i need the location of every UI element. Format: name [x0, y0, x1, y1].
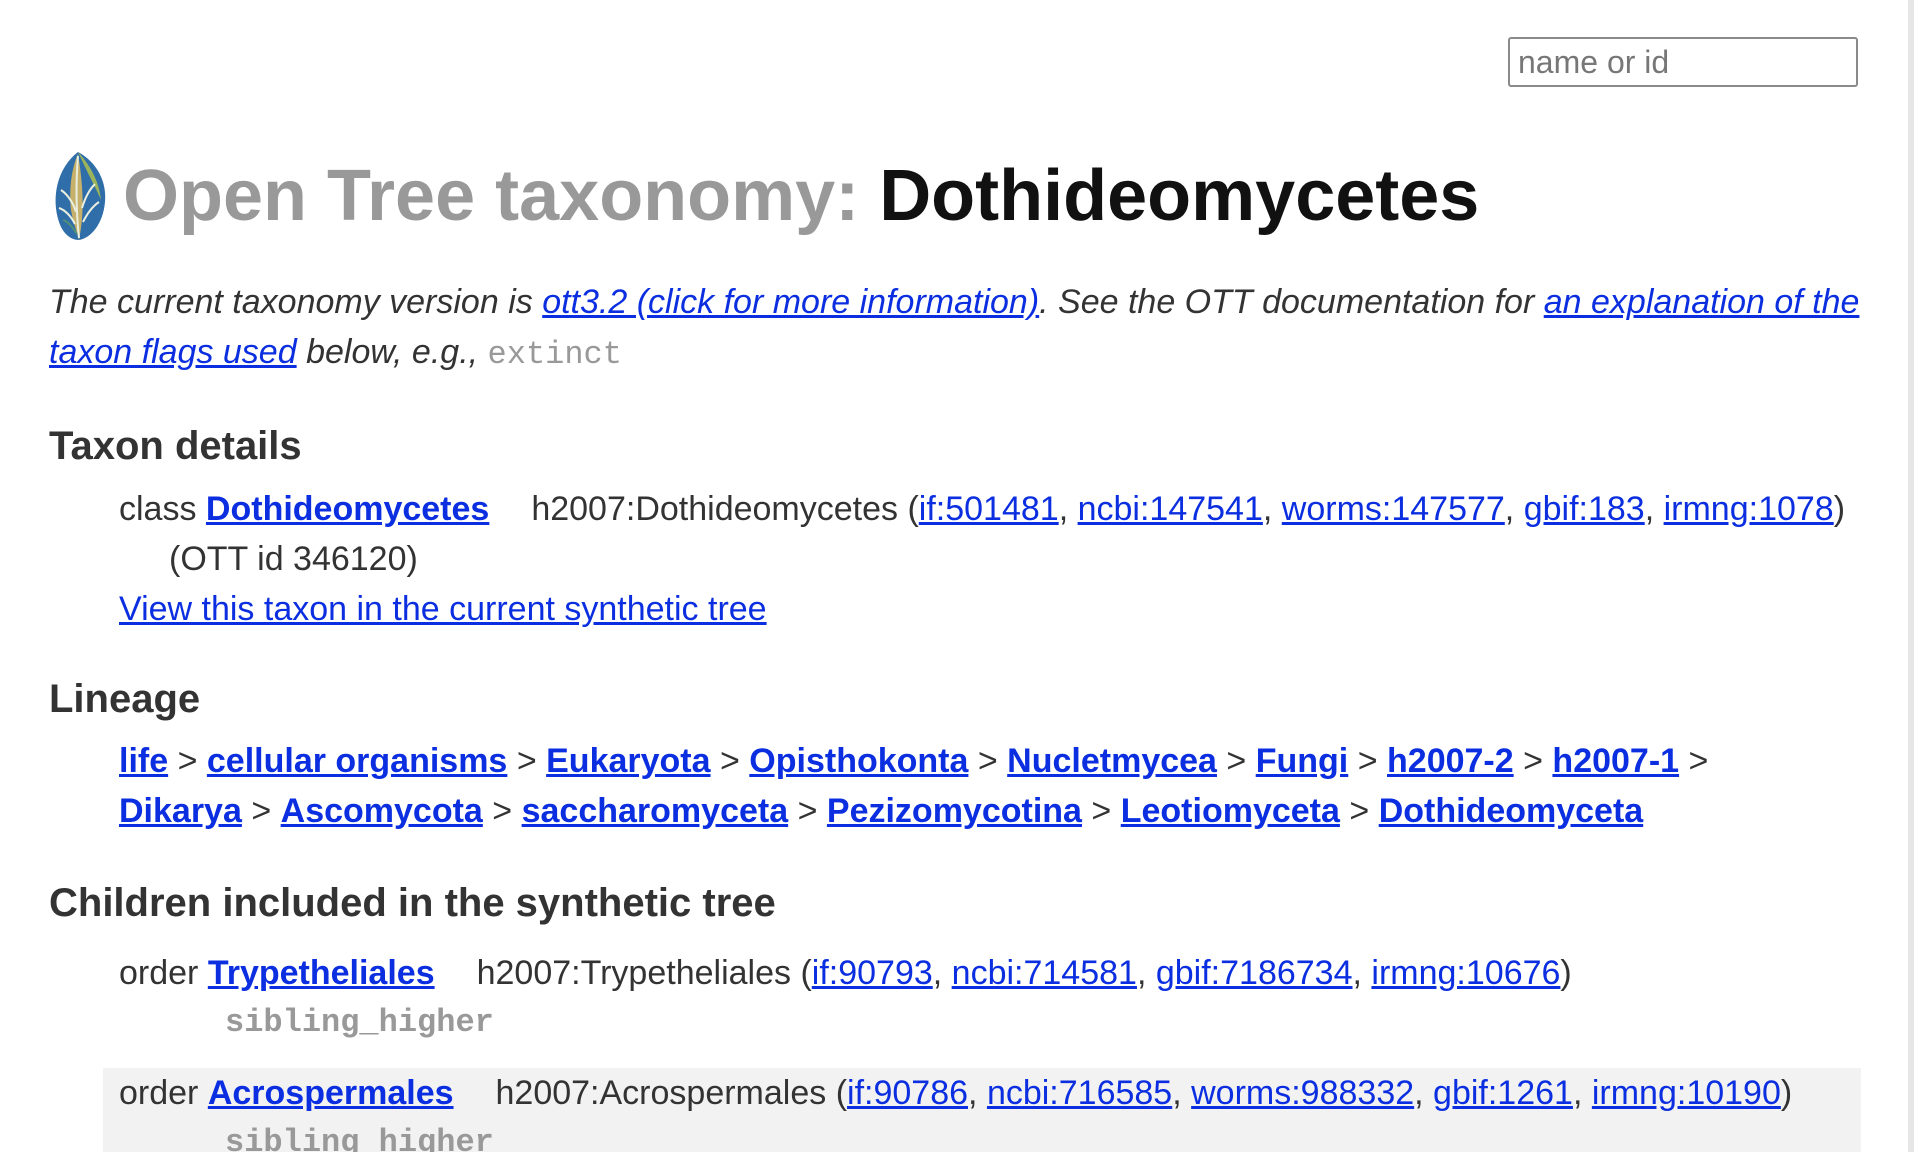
intro-text: below, e.g., — [296, 333, 488, 371]
source-link-worms[interactable]: worms:147577 — [1282, 490, 1505, 528]
lineage-separator: > — [251, 792, 272, 830]
source-link-irmng[interactable]: irmng:1078 — [1664, 490, 1834, 528]
lineage-separator: > — [1091, 792, 1112, 830]
source-link-ncbi[interactable]: ncbi:714581 — [952, 954, 1137, 992]
lineage-item[interactable]: Leotiomyceta — [1121, 792, 1340, 830]
lineage-item[interactable]: Dikarya — [119, 792, 242, 830]
lineage-item[interactable]: Nucletmycea — [1007, 742, 1217, 780]
title-taxon-name: Dothideomycetes — [879, 156, 1480, 236]
source-link-if[interactable]: if:90793 — [812, 954, 933, 992]
source-link-gbif[interactable]: gbif:7186734 — [1156, 954, 1353, 992]
page-title: Open Tree taxonomy: Dothideomycetes — [123, 160, 1479, 232]
open-tree-leaf-icon — [55, 152, 106, 240]
lineage-item[interactable]: Opisthokonta — [749, 742, 968, 780]
source-link-ncbi[interactable]: ncbi:716585 — [987, 1074, 1172, 1112]
lineage-item[interactable]: Fungi — [1256, 742, 1349, 780]
page: Open Tree taxonomy: Dothideomycetes The … — [0, 0, 1914, 1152]
lineage-item[interactable]: h2007-2 — [1387, 742, 1514, 780]
child-rank: order — [119, 954, 199, 992]
source-link-irmng[interactable]: irmng:10190 — [1592, 1074, 1781, 1112]
intro-paragraph: The current taxonomy version is ott3.2 (… — [49, 277, 1869, 380]
source-link-irmng[interactable]: irmng:10676 — [1371, 954, 1560, 992]
source-link-ncbi[interactable]: ncbi:147541 — [1078, 490, 1263, 528]
lineage-separator: > — [1523, 742, 1543, 780]
lineage-heading: Lineage — [49, 677, 201, 721]
children-heading: Children included in the synthetic tree — [49, 881, 776, 925]
taxon-details: class Dothideomycetes h2007:Dothideomycet… — [119, 490, 1846, 628]
lineage-item[interactable]: saccharomyceta — [522, 792, 789, 830]
lineage-item[interactable]: cellular organisms — [207, 742, 507, 780]
lineage-item[interactable]: h2007-1 — [1552, 742, 1679, 780]
source-prefix: h2007:Dothideomycetes ( — [531, 490, 919, 528]
child-rank: order — [119, 1074, 199, 1112]
scrollbar-track[interactable] — [1908, 0, 1914, 1152]
child-name-link[interactable]: Acrospermales — [208, 1074, 454, 1112]
lineage-separator: > — [492, 792, 513, 830]
lineage-item[interactable]: life — [119, 742, 168, 780]
source-link-worms[interactable]: worms:988332 — [1191, 1074, 1414, 1112]
child-row: order Trypetheliales h2007:Trypetheliales… — [103, 948, 1861, 1048]
child-name-link[interactable]: Trypetheliales — [208, 954, 435, 992]
search-input[interactable] — [1508, 37, 1858, 87]
title-prefix: Open Tree taxonomy: — [123, 156, 880, 236]
lineage-separator: > — [719, 742, 740, 780]
source-link-gbif[interactable]: gbif:1261 — [1433, 1074, 1573, 1112]
lineage-separator: > — [1349, 792, 1370, 830]
intro-text: . See the OTT documentation for — [1039, 283, 1544, 321]
page-header: Open Tree taxonomy: Dothideomycetes — [49, 148, 1479, 244]
taxonomy-version-link[interactable]: ott3.2 (click for more information) — [542, 283, 1039, 321]
lineage-separator: > — [516, 742, 537, 780]
lineage-item[interactable]: Ascomycota — [281, 792, 483, 830]
lineage-separator: > — [1357, 742, 1378, 780]
intro-text: The current taxonomy version is — [49, 283, 543, 321]
lineage-separator: > — [1226, 742, 1247, 780]
taxon-flag: sibling_higher — [225, 1004, 494, 1041]
lineage-list: life > cellular organisms > Eukaryota > … — [119, 736, 1859, 836]
source-prefix: h2007:Trypetheliales ( — [476, 954, 812, 992]
view-synthetic-tree-link[interactable]: View this taxon in the current synthetic… — [119, 590, 767, 628]
taxon-name-link[interactable]: Dothideomycetes — [206, 490, 489, 528]
lineage-item[interactable]: Eukaryota — [546, 742, 710, 780]
lineage-separator: > — [977, 742, 998, 780]
lineage-separator: > — [1688, 742, 1709, 780]
flag-example: extinct — [487, 336, 622, 373]
source-link-gbif[interactable]: gbif:183 — [1524, 490, 1645, 528]
ott-id: (OTT id 346120) — [169, 540, 418, 578]
lineage-item[interactable]: Dothideomyceta — [1379, 792, 1644, 830]
lineage-separator: > — [177, 742, 198, 780]
child-row: order Acrospermales h2007:Acrospermales (… — [103, 1068, 1861, 1152]
taxon-rank: class — [119, 490, 197, 528]
lineage-item[interactable]: Pezizomycotina — [827, 792, 1082, 830]
source-link-if[interactable]: if:501481 — [919, 490, 1059, 528]
taxon-flag: sibling_higher — [225, 1124, 494, 1152]
source-prefix: h2007:Acrospermales ( — [495, 1074, 848, 1112]
lineage-separator: > — [797, 792, 818, 830]
taxon-details-heading: Taxon details — [49, 424, 302, 468]
source-link-if[interactable]: if:90786 — [847, 1074, 968, 1112]
